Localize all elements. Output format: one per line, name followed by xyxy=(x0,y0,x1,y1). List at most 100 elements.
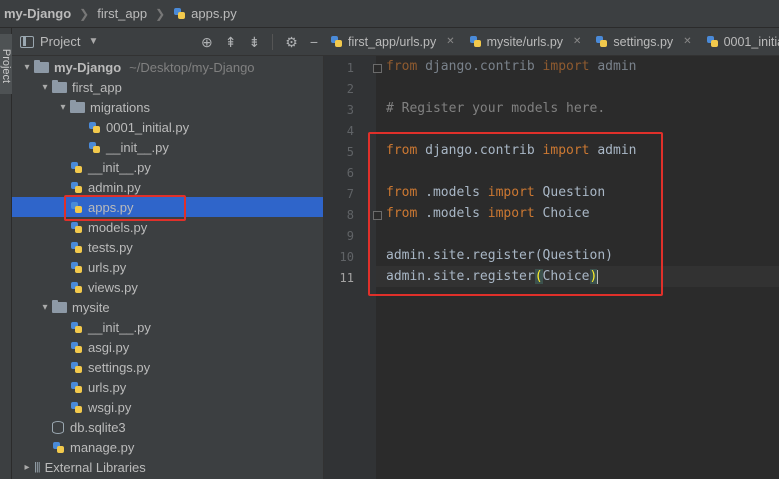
editor-tab[interactable]: 0001_initial.py✕ xyxy=(700,28,779,55)
chevron-down-icon[interactable]: ▾ xyxy=(38,302,52,313)
chevron-down-icon[interactable]: ▼ xyxy=(88,36,98,47)
code-token: # Register your models here. xyxy=(386,101,606,116)
chevron-down-icon[interactable]: ▾ xyxy=(38,82,52,93)
python-file-icon xyxy=(330,35,343,48)
python-file-icon xyxy=(70,241,83,254)
chevron-down-icon[interactable]: ▾ xyxy=(56,102,70,113)
expand-all-icon[interactable]: ⇞ xyxy=(225,34,237,51)
editor-tab[interactable]: mysite/urls.py ✕ xyxy=(463,28,590,55)
python-file-icon xyxy=(70,161,83,174)
gear-icon[interactable]: ⚙ xyxy=(285,34,298,51)
tree-item[interactable]: settings.py xyxy=(12,357,323,377)
tree-item[interactable]: __init__.py xyxy=(12,137,323,157)
tree-item[interactable]: wsgi.py xyxy=(12,397,323,417)
line-number: 8 xyxy=(346,208,354,222)
fold-marker-icon[interactable] xyxy=(373,64,382,73)
tree-item[interactable]: __init__.py xyxy=(12,157,323,177)
editor-tab-label: mysite/urls.py xyxy=(486,34,564,49)
tree-item-label: mysite xyxy=(72,299,110,315)
line-number: 4 xyxy=(346,124,354,138)
python-file-icon xyxy=(70,181,83,194)
line-number: 6 xyxy=(346,166,354,180)
tree-item-label: urls.py xyxy=(88,259,127,275)
project-panel-header: Project ▼ ⊕ ⇞ ⇟ ⚙ − xyxy=(12,28,324,56)
line-number: 2 xyxy=(346,82,354,96)
tree-item[interactable]: urls.py xyxy=(12,257,323,277)
project-tree: ▾ my-Django ~/Desktop/my-Django ▾ first_app ▾… xyxy=(12,56,324,479)
python-file-icon xyxy=(70,261,83,274)
toolbar-divider xyxy=(272,34,274,50)
tree-item-label: asgi.py xyxy=(88,339,130,355)
project-tool-window-button[interactable]: Project xyxy=(0,34,12,94)
chevron-down-icon[interactable]: ▾ xyxy=(20,62,34,73)
editor-tab-label: first_app/urls.py xyxy=(348,34,437,49)
editor-tab[interactable]: first_app/urls.py ✕ xyxy=(324,28,463,55)
tree-item[interactable]: ▾ migrations xyxy=(12,97,323,117)
python-file-icon xyxy=(70,381,83,394)
close-icon[interactable]: ✕ xyxy=(573,36,581,47)
tree-item[interactable]: ▾ mysite xyxy=(12,297,323,317)
python-file-icon xyxy=(70,361,83,374)
tree-item[interactable]: tests.py xyxy=(12,237,323,257)
project-panel-toolbar: ⊕ ⇞ ⇟ ⚙ − xyxy=(201,28,318,56)
close-icon[interactable]: ✕ xyxy=(446,36,454,47)
line-number: 11 xyxy=(339,271,354,285)
python-file-icon xyxy=(88,141,101,154)
python-file-icon xyxy=(469,35,482,48)
python-file-icon xyxy=(595,35,608,48)
line-number: 1 xyxy=(346,61,354,75)
annotation-box-code xyxy=(368,132,663,296)
tree-item-label: db.sqlite3 xyxy=(70,419,126,435)
breadcrumb-file[interactable]: apps.py xyxy=(173,6,237,21)
python-file-icon xyxy=(70,401,83,414)
collapse-all-icon[interactable]: ⇟ xyxy=(249,34,261,51)
tree-item-label: urls.py xyxy=(88,379,127,395)
tree-item[interactable]: db.sqlite3 xyxy=(12,417,323,437)
project-panel-icon xyxy=(20,35,34,48)
close-icon[interactable]: ✕ xyxy=(683,36,691,47)
tree-item[interactable]: urls.py xyxy=(12,377,323,397)
tree-item-label: first_app xyxy=(72,79,122,95)
tree-item-label: manage.py xyxy=(70,439,135,455)
tree-item[interactable]: __init__.py xyxy=(12,317,323,337)
tree-item[interactable]: ▾ first_app xyxy=(12,77,323,97)
code-token: django.contrib xyxy=(417,59,543,74)
tree-item[interactable]: ▾ my-Django ~/Desktop/my-Django xyxy=(12,57,323,77)
code-line: # Register your models here. xyxy=(386,101,605,116)
line-number: 3 xyxy=(346,103,354,117)
python-file-icon xyxy=(88,121,101,134)
folder-icon xyxy=(34,59,49,73)
tree-item[interactable]: admin.py xyxy=(12,177,323,197)
tree-item[interactable]: ▸ ||| External Libraries xyxy=(12,457,323,477)
tree-item-label: settings.py xyxy=(88,359,151,375)
editor-tab-label: settings.py xyxy=(613,34,674,49)
tree-item-label: tests.py xyxy=(88,239,133,255)
target-icon[interactable]: ⊕ xyxy=(201,34,213,51)
hide-panel-icon[interactable]: − xyxy=(310,34,318,50)
python-file-icon xyxy=(706,35,719,48)
tree-item[interactable]: 0001_initial.py xyxy=(12,117,323,137)
python-file-icon xyxy=(70,221,83,234)
chevron-right-icon: ❯ xyxy=(155,6,166,21)
tree-item-label: migrations xyxy=(90,99,150,115)
tree-item[interactable]: manage.py xyxy=(12,437,323,457)
tree-item-path: ~/Desktop/my-Django xyxy=(129,59,255,75)
breadcrumb-folder[interactable]: first_app xyxy=(97,6,147,21)
folder-icon xyxy=(52,299,67,313)
breadcrumb: my-Django ❯ first_app ❯ apps.py xyxy=(0,0,779,28)
chevron-right-icon[interactable]: ▸ xyxy=(20,462,34,473)
editor-tab-bar: first_app/urls.py ✕ mysite/urls.py ✕ setting… xyxy=(324,28,779,56)
line-number: 7 xyxy=(346,187,354,201)
breadcrumb-project[interactable]: my-Django xyxy=(4,6,71,21)
tree-item[interactable]: views.py xyxy=(12,277,323,297)
tree-item[interactable]: asgi.py xyxy=(12,337,323,357)
tree-item-label: admin.py xyxy=(88,179,141,195)
chevron-right-icon: ❯ xyxy=(79,6,90,21)
line-number: 5 xyxy=(346,145,354,159)
editor-tab[interactable]: settings.py ✕ xyxy=(589,28,699,55)
tree-item-label: 0001_initial.py xyxy=(106,119,190,135)
python-file-icon xyxy=(70,321,83,334)
tree-item-label: models.py xyxy=(88,219,148,235)
project-view-selector[interactable]: Project xyxy=(40,34,80,49)
tree-item-label: __init__.py xyxy=(88,159,151,175)
